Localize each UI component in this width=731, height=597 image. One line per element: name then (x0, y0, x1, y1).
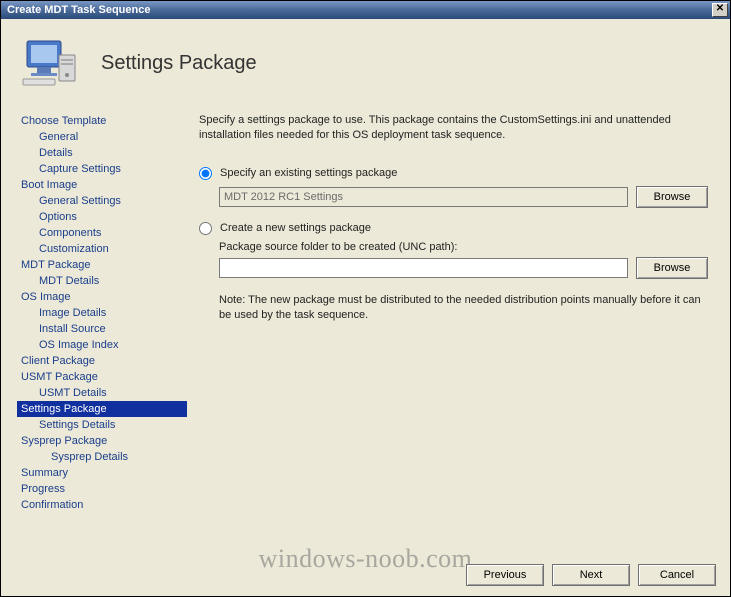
nav-image-details[interactable]: Image Details (17, 305, 187, 321)
nav-options[interactable]: Options (17, 209, 187, 225)
cancel-button[interactable]: Cancel (638, 564, 716, 586)
existing-package-field (219, 187, 628, 207)
unc-path-label: Package source folder to be created (UNC… (219, 241, 708, 253)
nav-boot-image[interactable]: Boot Image (17, 177, 187, 193)
titlebar: Create MDT Task Sequence ✕ (1, 1, 730, 19)
nav-usmt-package[interactable]: USMT Package (17, 369, 187, 385)
computer-icon (21, 37, 81, 89)
nav-settings-package[interactable]: Settings Package (17, 401, 187, 417)
nav-mdt-package[interactable]: MDT Package (17, 257, 187, 273)
radio-existing-label: Specify an existing settings package (220, 167, 397, 179)
nav-sysprep-details[interactable]: Sysprep Details (17, 449, 187, 465)
window-title: Create MDT Task Sequence (7, 4, 150, 16)
page-title: Settings Package (101, 52, 257, 75)
next-button[interactable]: Next (552, 564, 630, 586)
browse-new-button[interactable]: Browse (636, 257, 708, 279)
radio-new-package[interactable] (199, 222, 212, 235)
nav-client-package[interactable]: Client Package (17, 353, 187, 369)
intro-text: Specify a settings package to use. This … (199, 113, 708, 143)
nav-summary[interactable]: Summary (17, 465, 187, 481)
nav-sysprep-package[interactable]: Sysprep Package (17, 433, 187, 449)
nav-choose-template[interactable]: Choose Template (17, 113, 187, 129)
unc-path-field[interactable] (219, 258, 628, 278)
footer-buttons: Previous Next Cancel (466, 564, 716, 586)
previous-button[interactable]: Previous (466, 564, 544, 586)
close-button[interactable]: ✕ (712, 3, 728, 17)
nav-confirmation[interactable]: Confirmation (17, 497, 187, 513)
nav-capture-settings[interactable]: Capture Settings (17, 161, 187, 177)
header: Settings Package (1, 19, 730, 103)
wizard-nav: Choose Template General Details Capture … (17, 103, 187, 513)
nav-os-image[interactable]: OS Image (17, 289, 187, 305)
nav-install-source[interactable]: Install Source (17, 321, 187, 337)
nav-general[interactable]: General (17, 129, 187, 145)
note-text: Note: The new package must be distribute… (219, 293, 708, 323)
nav-components[interactable]: Components (17, 225, 187, 241)
nav-settings-details[interactable]: Settings Details (17, 417, 187, 433)
nav-general-settings[interactable]: General Settings (17, 193, 187, 209)
main-panel: Specify a settings package to use. This … (199, 103, 714, 513)
nav-os-image-index[interactable]: OS Image Index (17, 337, 187, 353)
nav-usmt-details[interactable]: USMT Details (17, 385, 187, 401)
radio-new-label: Create a new settings package (220, 222, 371, 234)
nav-mdt-details[interactable]: MDT Details (17, 273, 187, 289)
nav-progress[interactable]: Progress (17, 481, 187, 497)
browse-existing-button[interactable]: Browse (636, 186, 708, 208)
nav-details[interactable]: Details (17, 145, 187, 161)
radio-existing-package[interactable] (199, 167, 212, 180)
watermark: windows-noob.com (259, 544, 473, 574)
nav-customization[interactable]: Customization (17, 241, 187, 257)
